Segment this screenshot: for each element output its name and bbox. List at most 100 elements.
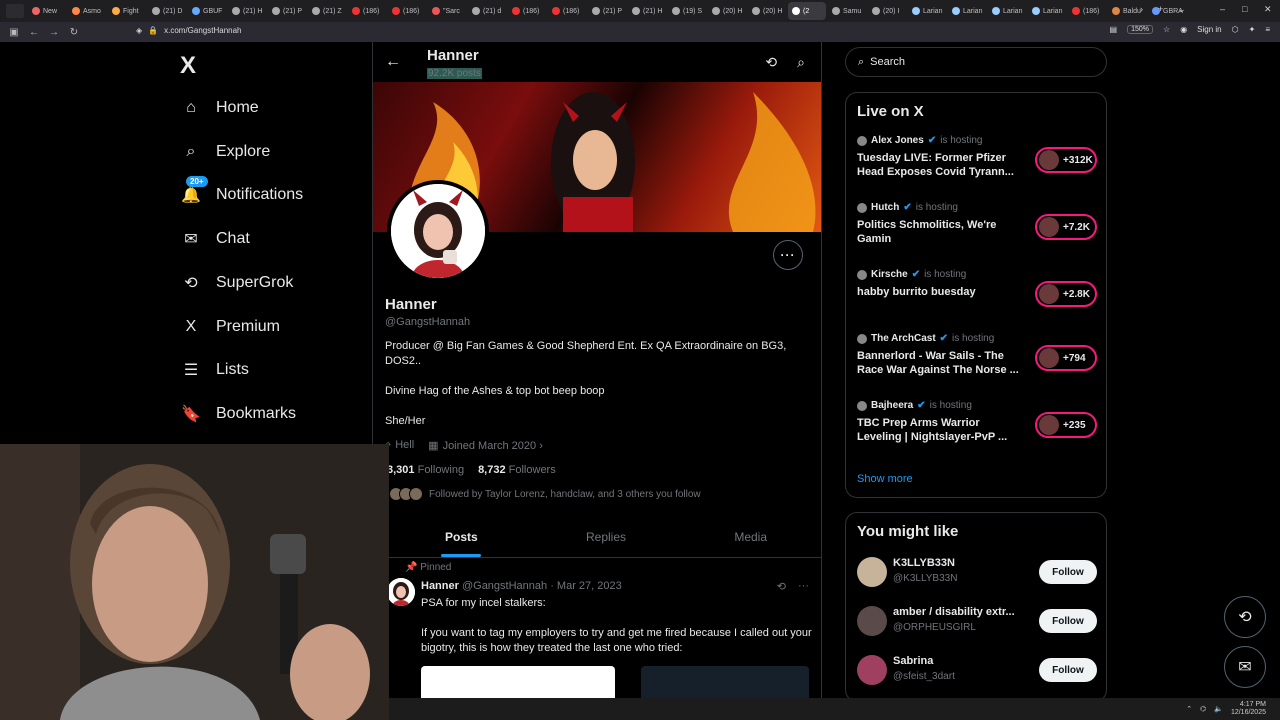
close-window-icon[interactable]: ✕ xyxy=(1264,4,1272,15)
followed-by[interactable]: Followed by Taylor Lorenz, handclaw, and… xyxy=(389,487,701,501)
browser-tab[interactable]: (20) I xyxy=(868,2,906,20)
browser-tab[interactable]: (19) S xyxy=(668,2,706,20)
nav-item-lists[interactable]: ☰ Lists xyxy=(180,355,249,385)
grok-icon[interactable]: ⟲ xyxy=(765,54,777,71)
sidebar-toggle-icon[interactable]: ▣ xyxy=(8,27,20,38)
nav-item-notifications[interactable]: 🔔 20+ Notifications xyxy=(180,176,303,210)
account-icon[interactable]: ◉ xyxy=(1180,25,1187,34)
browser-tab[interactable]: Fight xyxy=(108,2,146,20)
tab-overview-icon[interactable] xyxy=(6,4,24,18)
nav-item-chat[interactable]: ✉ Chat xyxy=(180,224,250,254)
listener-count-pill[interactable]: +7.2K xyxy=(1035,214,1097,240)
browser-tab[interactable]: Larian xyxy=(908,2,946,20)
volume-icon[interactable]: 🔈 xyxy=(1214,705,1223,713)
browser-tab[interactable]: (186) xyxy=(1068,2,1106,20)
browser-tab[interactable]: New xyxy=(28,2,66,20)
nav-item-bookmarks[interactable]: 🔖 Bookmarks xyxy=(180,399,296,429)
browser-tab[interactable]: (2 xyxy=(788,2,826,20)
suggested-account[interactable]: amber / disability extr... @ORPHEUSGIRL Fo… xyxy=(857,604,1097,638)
reader-icon[interactable]: ▤ xyxy=(1110,25,1118,34)
zoom-level[interactable]: 150% xyxy=(1127,25,1154,34)
browser-tab[interactable]: (20) H xyxy=(748,2,786,20)
browser-tab[interactable]: Samu xyxy=(828,2,866,20)
nav-item-premium[interactable]: X Premium xyxy=(180,312,280,342)
live-item[interactable]: Bajheera ✔ is hosting TBC Prep Arms Warrior… xyxy=(857,400,1097,456)
tray-chevron-icon[interactable]: ⌃ xyxy=(1186,705,1192,713)
address-bar[interactable]: ◈ 🔒 x.com/GangstHannah xyxy=(136,26,242,35)
listener-count-pill[interactable]: +312K xyxy=(1035,147,1097,173)
browser-tab[interactable]: (186) xyxy=(388,2,426,20)
listener-count-pill[interactable]: +235 xyxy=(1035,412,1097,438)
browser-tab[interactable]: "Sarc xyxy=(428,2,466,20)
browser-tab[interactable]: Asmo xyxy=(68,2,106,20)
tab-posts[interactable]: Posts xyxy=(389,522,534,557)
extension-icon[interactable]: ✦ xyxy=(1249,25,1256,34)
tweet-avatar[interactable] xyxy=(387,578,415,606)
browser-tab[interactable]: Larian xyxy=(988,2,1026,20)
grok-icon[interactable]: ⟲ xyxy=(777,580,786,593)
live-item[interactable]: Hutch ✔ is hosting Politics Schmolitics, We… xyxy=(857,202,1097,258)
tab-scroll-right-icon[interactable]: › xyxy=(1140,4,1143,14)
show-more-link[interactable]: Show more xyxy=(857,473,913,485)
grok-fab[interactable]: ⟲ xyxy=(1224,596,1266,638)
follow-button[interactable]: Follow xyxy=(1039,658,1097,682)
browser-tab[interactable]: (186) xyxy=(548,2,586,20)
browser-tab[interactable]: (21) H xyxy=(228,2,266,20)
live-item[interactable]: Alex Jones ✔ is hosting Tuesday LIVE: Forme… xyxy=(857,135,1097,191)
browser-tab[interactable]: (20) H xyxy=(708,2,746,20)
suggested-account[interactable]: K3LLYB33N @K3LLYB33N Follow xyxy=(857,555,1097,589)
browser-tab[interactable]: (21) Z xyxy=(308,2,346,20)
follow-button[interactable]: Follow xyxy=(1039,560,1097,584)
extensions-icon[interactable]: ⬡ xyxy=(1232,25,1239,34)
browser-tab[interactable]: (186) xyxy=(508,2,546,20)
tweet-handle-date[interactable]: @GangstHannah · Mar 27, 2023 xyxy=(462,580,622,592)
star-icon[interactable]: ☆ xyxy=(1163,25,1170,34)
listener-count-pill[interactable]: +2.8K xyxy=(1035,281,1097,307)
messages-fab[interactable]: ✉ xyxy=(1224,646,1266,688)
tweet-author[interactable]: Hanner xyxy=(421,580,459,592)
x-logo[interactable]: X xyxy=(180,52,196,80)
search-input[interactable]: ⌕ Search xyxy=(845,47,1107,77)
listener-count-pill[interactable]: +794 xyxy=(1035,345,1097,371)
browser-tab[interactable]: GBUF xyxy=(188,2,226,20)
maximize-icon[interactable]: □ xyxy=(1242,4,1247,14)
forward-icon[interactable]: → xyxy=(48,27,60,38)
back-arrow-icon[interactable]: ← xyxy=(385,53,401,71)
browser-tab[interactable]: (21) P xyxy=(268,2,306,20)
suggested-avatar[interactable] xyxy=(857,606,887,636)
followers-link[interactable]: 8,732 Followers xyxy=(478,464,556,476)
suggested-avatar[interactable] xyxy=(857,557,887,587)
profile-avatar[interactable] xyxy=(387,180,489,282)
suggested-account[interactable]: Sabrina @sfeist_3dart Follow xyxy=(857,653,1097,687)
browser-tab[interactable]: (186) xyxy=(348,2,386,20)
browser-tab[interactable]: (21) d xyxy=(468,2,506,20)
shield-icon[interactable]: ◈ xyxy=(136,26,142,35)
browser-tab[interactable]: (21) D xyxy=(148,2,186,20)
network-icon[interactable]: ⌬ xyxy=(1200,705,1206,713)
new-tab-icon[interactable]: + xyxy=(1158,4,1163,14)
search-icon[interactable]: ⌕ xyxy=(797,54,805,71)
browser-tab[interactable]: Larian xyxy=(1028,2,1066,20)
joined-date-link[interactable]: ▦ Joined March 2020 › xyxy=(428,439,543,452)
following-link[interactable]: 3,301 Following xyxy=(387,464,464,476)
clock[interactable]: 4:17 PM 12/16/2025 xyxy=(1231,701,1266,717)
nav-item-supergrok[interactable]: ⟲ SuperGrok xyxy=(180,268,293,298)
browser-tab[interactable]: (21) P xyxy=(588,2,626,20)
follow-button[interactable]: Follow xyxy=(1039,609,1097,633)
live-item[interactable]: Kirsche ✔ is hosting habby burrito buesday +… xyxy=(857,269,1097,325)
browser-tab[interactable]: (21) H xyxy=(628,2,666,20)
live-item[interactable]: The ArchCast ✔ is hosting Bannerlord - War … xyxy=(857,333,1097,389)
reload-icon[interactable]: ↻ xyxy=(68,27,80,38)
back-icon[interactable]: ← xyxy=(28,27,40,38)
tab-list-dropdown-icon[interactable]: ⌄ xyxy=(1178,4,1186,15)
more-icon[interactable]: ··· xyxy=(798,580,809,593)
nav-item-home[interactable]: ⌂ Home xyxy=(180,93,259,123)
tab-media[interactable]: Media xyxy=(678,522,821,557)
signin-label[interactable]: Sign in xyxy=(1197,25,1221,34)
tab-replies[interactable]: Replies xyxy=(534,522,679,557)
nav-item-explore[interactable]: ⌕ Explore xyxy=(180,137,271,167)
more-options-button[interactable]: ··· xyxy=(773,240,803,270)
menu-icon[interactable]: ≡ xyxy=(1265,25,1270,34)
suggested-avatar[interactable] xyxy=(857,655,887,685)
minimize-icon[interactable]: – xyxy=(1220,4,1225,14)
